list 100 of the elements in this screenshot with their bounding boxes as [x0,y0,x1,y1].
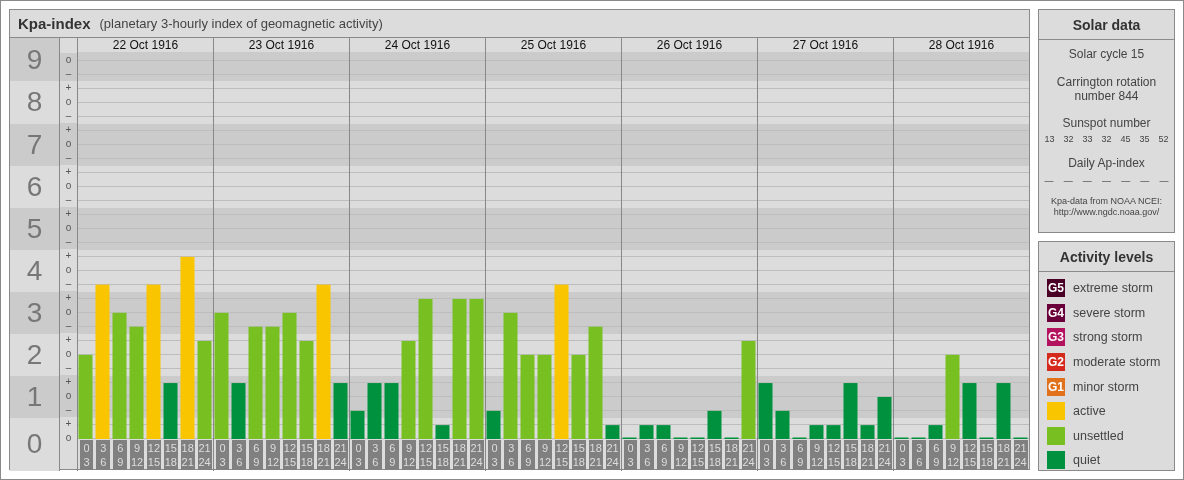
slot-start-label: 3 [508,441,515,455]
slot-end-label: 24 [878,455,891,469]
slot-start-label: 21 [742,441,755,455]
slot-end-label: 24 [334,455,347,469]
slot-start-label: 3 [372,441,379,455]
legend-label: unsettled [1073,428,1124,443]
level-badge: G1 [1047,377,1065,396]
slot-end-label: 15 [419,455,433,469]
legend-label: strong storm [1073,330,1143,345]
level-label: 1 [10,375,59,418]
legend-label: severe storm [1073,305,1146,320]
slot-start-label: 0 [219,441,226,455]
slot-start-label: 15 [164,441,177,455]
slot-end-label: 12 [946,455,960,469]
level-label: 3 [10,291,59,334]
slot-start-label: 0 [627,441,634,455]
slot-start-label: 15 [844,441,857,455]
slot-end-label: 24 [198,455,211,469]
slot-start-label: 9 [134,441,141,455]
slot-start-label: 15 [572,441,585,455]
slot-end-label: 21 [725,455,738,469]
tick-label: o [60,53,77,68]
slot-start-label: 21 [470,441,483,455]
slot-end-label: 12 [674,455,688,469]
slot-start-label: 21 [878,441,891,455]
slot-end-label: 3 [491,455,498,469]
slot-start-label: 21 [334,441,347,455]
slot-start-label: 3 [916,441,923,455]
level-label: 5 [10,207,59,250]
slot-end-label: 12 [266,455,280,469]
slot-start-label: 6 [525,441,532,455]
tick-label: + [60,123,77,138]
card-title: Solar data [1039,10,1174,40]
slot-end-label: 6 [372,455,379,469]
level-badge: G4 [1047,303,1065,322]
card-title: Activity levels [1039,242,1174,272]
solar-cycle: Solar cycle 15 [1068,47,1145,61]
slot-end-label: 9 [389,455,396,469]
slot-end-label: 15 [147,455,161,469]
source-note: Kpa-data from NOAA NCEI: [1050,196,1162,207]
slot-start-label: 21 [198,441,211,455]
slot-start-label: 6 [797,441,804,455]
slot-end-label: 21 [589,455,602,469]
sunspot-number: 32 [1101,134,1112,144]
slot-start-label: 21 [1014,441,1027,455]
tick-label: – [60,67,77,82]
slot-end-label: 24 [606,455,619,469]
slot-end-label: 15 [283,455,297,469]
legend-label: quiet [1073,453,1101,468]
slot-start-label: 0 [899,441,906,455]
slot-end-label: 24 [742,455,755,469]
slot-start-label: 12 [147,441,161,455]
slot-start-label: 12 [827,441,841,455]
chart-title: Kpa-index [18,15,91,32]
slot-start-label: 6 [933,441,940,455]
slot-end-label: 12 [538,455,552,469]
date-label: 26 Oct 1916 [621,38,757,52]
slot-start-label: 6 [253,441,260,455]
slot-start-label: 18 [997,441,1010,455]
carrington-rotation: Carrington rotation number 844 [1055,75,1158,103]
slot-end-label: 9 [933,455,940,469]
date-label: 28 Oct 1916 [893,38,1029,52]
slot-start-label: 9 [950,441,957,455]
ap-value: — [1159,176,1169,186]
slot-end-label: 6 [644,455,651,469]
slot-end-label: 21 [181,455,194,469]
slot-end-label: 9 [117,455,124,469]
tick-label: – [60,151,77,166]
date-label: 23 Oct 1916 [213,38,349,52]
slot-end-label: 12 [810,455,824,469]
slot-end-label: 15 [555,455,569,469]
slot-start-label: 9 [542,441,549,455]
slot-end-label: 12 [402,455,416,469]
slot-start-label: 6 [661,441,668,455]
level-badge: G5 [1047,279,1065,298]
level-badge: G2 [1047,353,1065,372]
slot-start-label: 3 [100,441,107,455]
date-label: 27 Oct 1916 [757,38,893,52]
sunspot-number: 13 [1044,134,1055,144]
sunspot-number: 32 [1063,134,1074,144]
tick-label: + [60,291,77,306]
slot-start-label: 18 [453,441,466,455]
slot-end-label: 18 [164,455,177,469]
slot-end-label: 6 [508,455,515,469]
slot-start-label: 3 [644,441,651,455]
slot-start-label: 3 [780,441,787,455]
slot-end-label: 6 [780,455,787,469]
slot-start-label: 0 [83,441,90,455]
tick-label: – [60,319,77,334]
slot-end-label: 18 [572,455,585,469]
slot-end-label: 3 [219,455,226,469]
slot-start-label: 0 [763,441,770,455]
slot-start-label: 9 [270,441,277,455]
tick-label: – [60,403,77,418]
slot-end-label: 15 [827,455,841,469]
slot-start-label: 15 [980,441,993,455]
ap-index-label: Daily Ap-index [1068,156,1145,170]
slot-start-label: 18 [181,441,194,455]
tick-label: o [60,221,77,236]
slot-start-label: 9 [814,441,821,455]
